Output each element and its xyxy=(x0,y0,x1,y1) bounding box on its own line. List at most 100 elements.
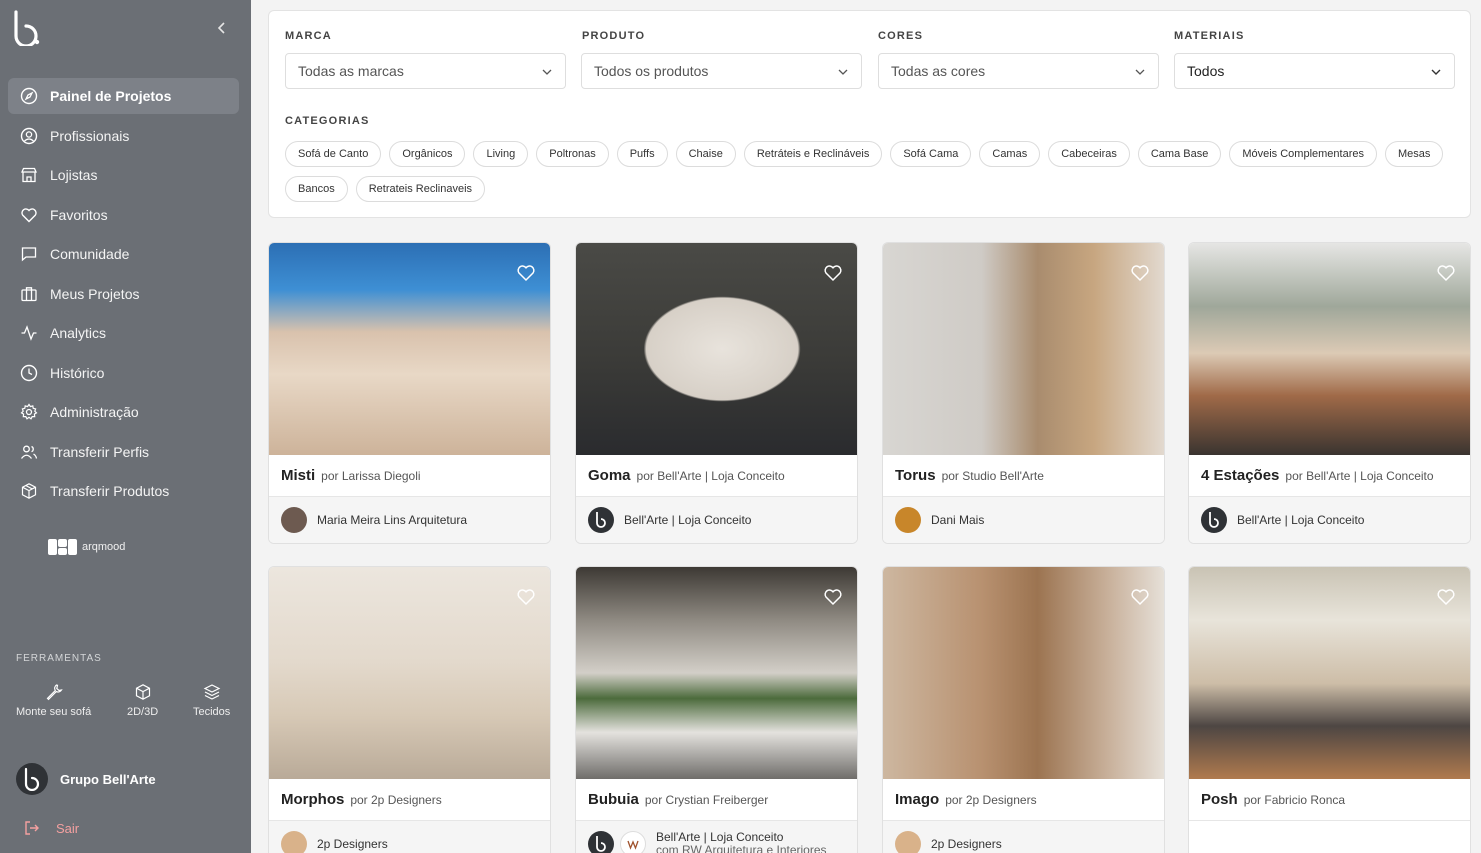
project-card[interactable]: Misti por Larissa Diegoli Maria Meira Li… xyxy=(268,242,551,544)
project-title-row: 4 Estações por Bell'Arte | Loja Conceito xyxy=(1189,455,1470,497)
category-chip[interactable]: Retrateis Reclinaveis xyxy=(355,176,486,202)
owner-name: Bell'Arte | Loja Conceito xyxy=(1237,513,1365,527)
owner-name: 2p Designers xyxy=(317,837,388,851)
project-author: por Crystian Freiberger xyxy=(644,792,769,807)
nav-painel-de-projetos[interactable]: Painel de Projetos xyxy=(8,78,239,114)
heart-icon[interactable] xyxy=(1436,263,1456,283)
logout-button[interactable]: Sair xyxy=(24,820,79,836)
category-chip[interactable]: Puffs xyxy=(616,141,668,167)
category-chip[interactable]: Bancos xyxy=(285,176,348,202)
materials-value: Todos xyxy=(1187,63,1225,79)
activity-icon xyxy=(21,325,37,341)
project-owner[interactable]: Bell'Arte | Loja Conceito xyxy=(1189,497,1470,543)
heart-icon[interactable] xyxy=(1130,587,1150,607)
project-card[interactable]: Bubuia por Crystian Freiberger Bell'Arte… xyxy=(575,566,858,853)
project-name: Bubuia xyxy=(588,791,639,808)
clock-icon xyxy=(20,364,38,381)
project-author: por Larissa Diegoli xyxy=(321,468,421,483)
nav-label: Meus Projetos xyxy=(50,285,140,302)
category-chip[interactable]: Chaise xyxy=(675,141,736,167)
project-owner[interactable]: Maria Meira Lins Arquitetura xyxy=(269,497,550,543)
chat-icon xyxy=(21,247,37,262)
heart-icon[interactable] xyxy=(516,263,536,283)
bellarte-logo[interactable] xyxy=(12,10,40,46)
heart-icon[interactable] xyxy=(1130,263,1150,283)
category-chip[interactable]: Retráteis e Reclináveis xyxy=(743,141,883,167)
nav-comunidade[interactable]: Comunidade xyxy=(8,236,239,272)
heart-icon[interactable] xyxy=(823,587,843,607)
project-image xyxy=(269,567,550,779)
project-card[interactable]: Posh por Fabricio Ronca xyxy=(1188,566,1471,853)
project-image xyxy=(576,243,857,455)
tool-label: 2D/3D xyxy=(127,706,159,718)
owner-name: Dani Mais xyxy=(931,513,985,527)
user-profile[interactable]: Grupo Bell'Arte xyxy=(16,763,156,795)
cube-icon xyxy=(135,684,150,700)
category-chip[interactable]: Orgânicos xyxy=(389,141,466,167)
category-chip[interactable]: Cama Base xyxy=(1137,141,1222,167)
project-owner[interactable]: 2p Designers xyxy=(269,821,550,853)
project-owner xyxy=(1189,821,1470,853)
chevron-down-icon xyxy=(1135,69,1145,75)
tools-title: FERRAMENTAS xyxy=(16,653,102,664)
project-card[interactable]: 4 Estações por Bell'Arte | Loja Conceito… xyxy=(1188,242,1471,544)
project-author: por Studio Bell'Arte xyxy=(941,468,1044,483)
category-chip[interactable]: Living xyxy=(473,141,529,167)
nav-transferir-produtos[interactable]: Transferir Produtos xyxy=(8,473,239,509)
tool-label: Monte seu sofá xyxy=(16,706,92,718)
project-card[interactable]: Morphos por 2p Designers 2p Designers xyxy=(268,566,551,853)
avatar xyxy=(16,763,48,795)
nav-administracao[interactable]: Administração xyxy=(8,394,239,430)
avatar xyxy=(588,507,614,533)
bellarte-logo xyxy=(24,767,40,791)
category-chip[interactable]: Poltronas xyxy=(536,141,609,167)
brand-select[interactable]: Todas as marcas xyxy=(285,53,566,89)
project-owner[interactable]: Bell'Arte | Loja Conceito com RW Arquite… xyxy=(576,821,857,853)
materials-select[interactable]: Todos xyxy=(1174,53,1455,89)
category-chip[interactable]: Sofá de Canto xyxy=(285,141,382,167)
category-chip[interactable]: Sofá Cama xyxy=(890,141,972,167)
nav-lojistas[interactable]: Lojistas xyxy=(8,157,239,193)
logout-icon xyxy=(25,821,39,835)
category-chips: Sofá de Canto Orgânicos Living Poltronas… xyxy=(285,141,1455,202)
avatar xyxy=(895,831,921,853)
project-card[interactable]: Imago por 2p Designers 2p Designers xyxy=(882,566,1165,853)
heart-icon[interactable] xyxy=(516,587,536,607)
owner-name: Maria Meira Lins Arquitetura xyxy=(317,513,468,527)
project-owner[interactable]: 2p Designers xyxy=(883,821,1164,853)
heart-icon[interactable] xyxy=(823,263,843,283)
category-chip[interactable]: Camas xyxy=(979,141,1041,167)
category-chip[interactable]: Mesas xyxy=(1385,141,1444,167)
owner-names: Bell'Arte | Loja Conceito com RW Arquite… xyxy=(656,831,827,853)
nav-label: Histórico xyxy=(50,364,105,381)
project-author: por 2p Designers xyxy=(350,792,442,807)
project-card[interactable]: Goma por Bell'Arte | Loja Conceito Bell'… xyxy=(575,242,858,544)
nav-meus-projetos[interactable]: Meus Projetos xyxy=(8,276,239,312)
wrench-icon xyxy=(46,684,63,701)
nav-transferir-perfis[interactable]: Transferir Perfis xyxy=(8,434,239,470)
colors-select[interactable]: Todas as cores xyxy=(878,53,1159,89)
materials-label: MATERIAIS xyxy=(1174,30,1245,42)
category-chip[interactable]: Cabeceiras xyxy=(1048,141,1130,167)
nav-analytics[interactable]: Analytics xyxy=(8,315,239,351)
nav-profissionais[interactable]: Profissionais xyxy=(8,118,239,154)
product-label: PRODUTO xyxy=(582,30,646,42)
project-owner[interactable]: Dani Mais xyxy=(883,497,1164,543)
sidebar: Painel de Projetos Profissionais Lojista… xyxy=(0,0,251,853)
tool-monte-seu-sofa[interactable]: Monte seu sofá xyxy=(16,683,91,718)
tool-2d3d[interactable]: 2D/3D xyxy=(127,683,158,718)
project-owner[interactable]: Bell'Arte | Loja Conceito xyxy=(576,497,857,543)
nav-label: Transferir Produtos xyxy=(50,483,170,499)
project-title-row: Torus por Studio Bell'Arte xyxy=(883,455,1164,497)
nav-historico[interactable]: Histórico xyxy=(8,355,239,391)
project-card[interactable]: Torus por Studio Bell'Arte Dani Mais xyxy=(882,242,1165,544)
category-chip[interactable]: Móveis Complementares xyxy=(1229,141,1377,167)
product-select[interactable]: Todos os produtos xyxy=(581,53,862,89)
project-title-row: Imago por 2p Designers xyxy=(883,779,1164,821)
arqmood-link[interactable]: arqmood xyxy=(48,537,125,557)
tool-tecidos[interactable]: Tecidos xyxy=(193,683,230,718)
chevron-left-icon[interactable] xyxy=(214,20,230,36)
project-name: Imago xyxy=(895,791,940,808)
nav-favoritos[interactable]: Favoritos xyxy=(8,197,239,233)
heart-icon[interactable] xyxy=(1436,587,1456,607)
